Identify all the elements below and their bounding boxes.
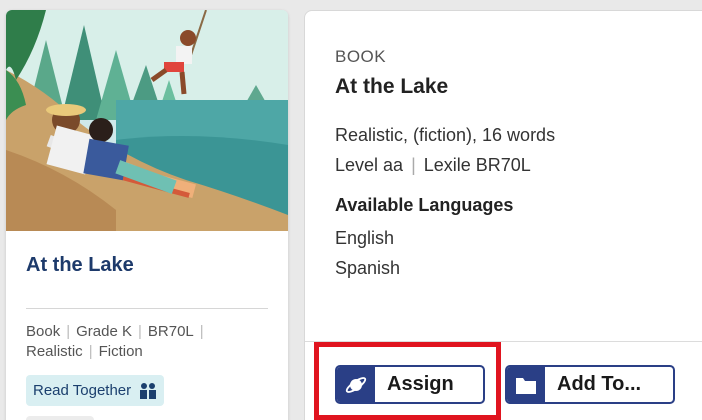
read-together-tag: Read Together [26, 375, 165, 406]
separator: | [88, 343, 93, 360]
meta-type: Book [26, 323, 61, 340]
book-description: Realistic, (fiction), 16 words Level aa |… [335, 120, 555, 180]
meta-grade: Grade K [76, 323, 132, 340]
people-reading-icon [140, 382, 157, 399]
language-item: Spanish [335, 258, 401, 278]
book-card[interactable]: At the Lake Book | Grade K | BR70L | Realisti… [6, 10, 288, 420]
meta-genre: Realistic [26, 343, 83, 360]
assign-label: Assign [387, 373, 454, 395]
book-cover-image[interactable] [6, 10, 288, 231]
languages-list: English Spanish [335, 223, 400, 283]
card-title[interactable]: At the Lake [26, 254, 134, 277]
folder-icon [507, 367, 545, 402]
add-to-label: Add To... [557, 373, 642, 395]
card-divider [26, 308, 268, 309]
separator: | [411, 155, 416, 175]
separator: | [66, 323, 71, 340]
tag-label: Read Together [33, 382, 132, 399]
level-line: Level aa | Lexile BR70L [335, 150, 555, 180]
panel-title: At the Lake [335, 75, 449, 98]
meta-lexile: BR70L [147, 323, 194, 340]
book-metadata: Book | Grade K | BR70L | Realistic | Fiction [26, 322, 276, 362]
secondary-tag [26, 416, 94, 420]
add-to-button[interactable]: Add To... [505, 365, 675, 404]
lexile-value: Lexile BR70L [423, 155, 531, 175]
languages-heading: Available Languages [335, 195, 514, 215]
resource-type-label: BOOK [335, 47, 387, 66]
genre-word-count: Realistic, (fiction), 16 words [335, 125, 556, 145]
separator: | [137, 323, 142, 340]
planet-icon [337, 367, 375, 402]
separator: | [199, 323, 204, 340]
language-item: English [335, 228, 395, 248]
assign-button[interactable]: Assign [335, 365, 485, 404]
level-value: Level aa [335, 155, 404, 175]
meta-category: Fiction [98, 343, 143, 360]
